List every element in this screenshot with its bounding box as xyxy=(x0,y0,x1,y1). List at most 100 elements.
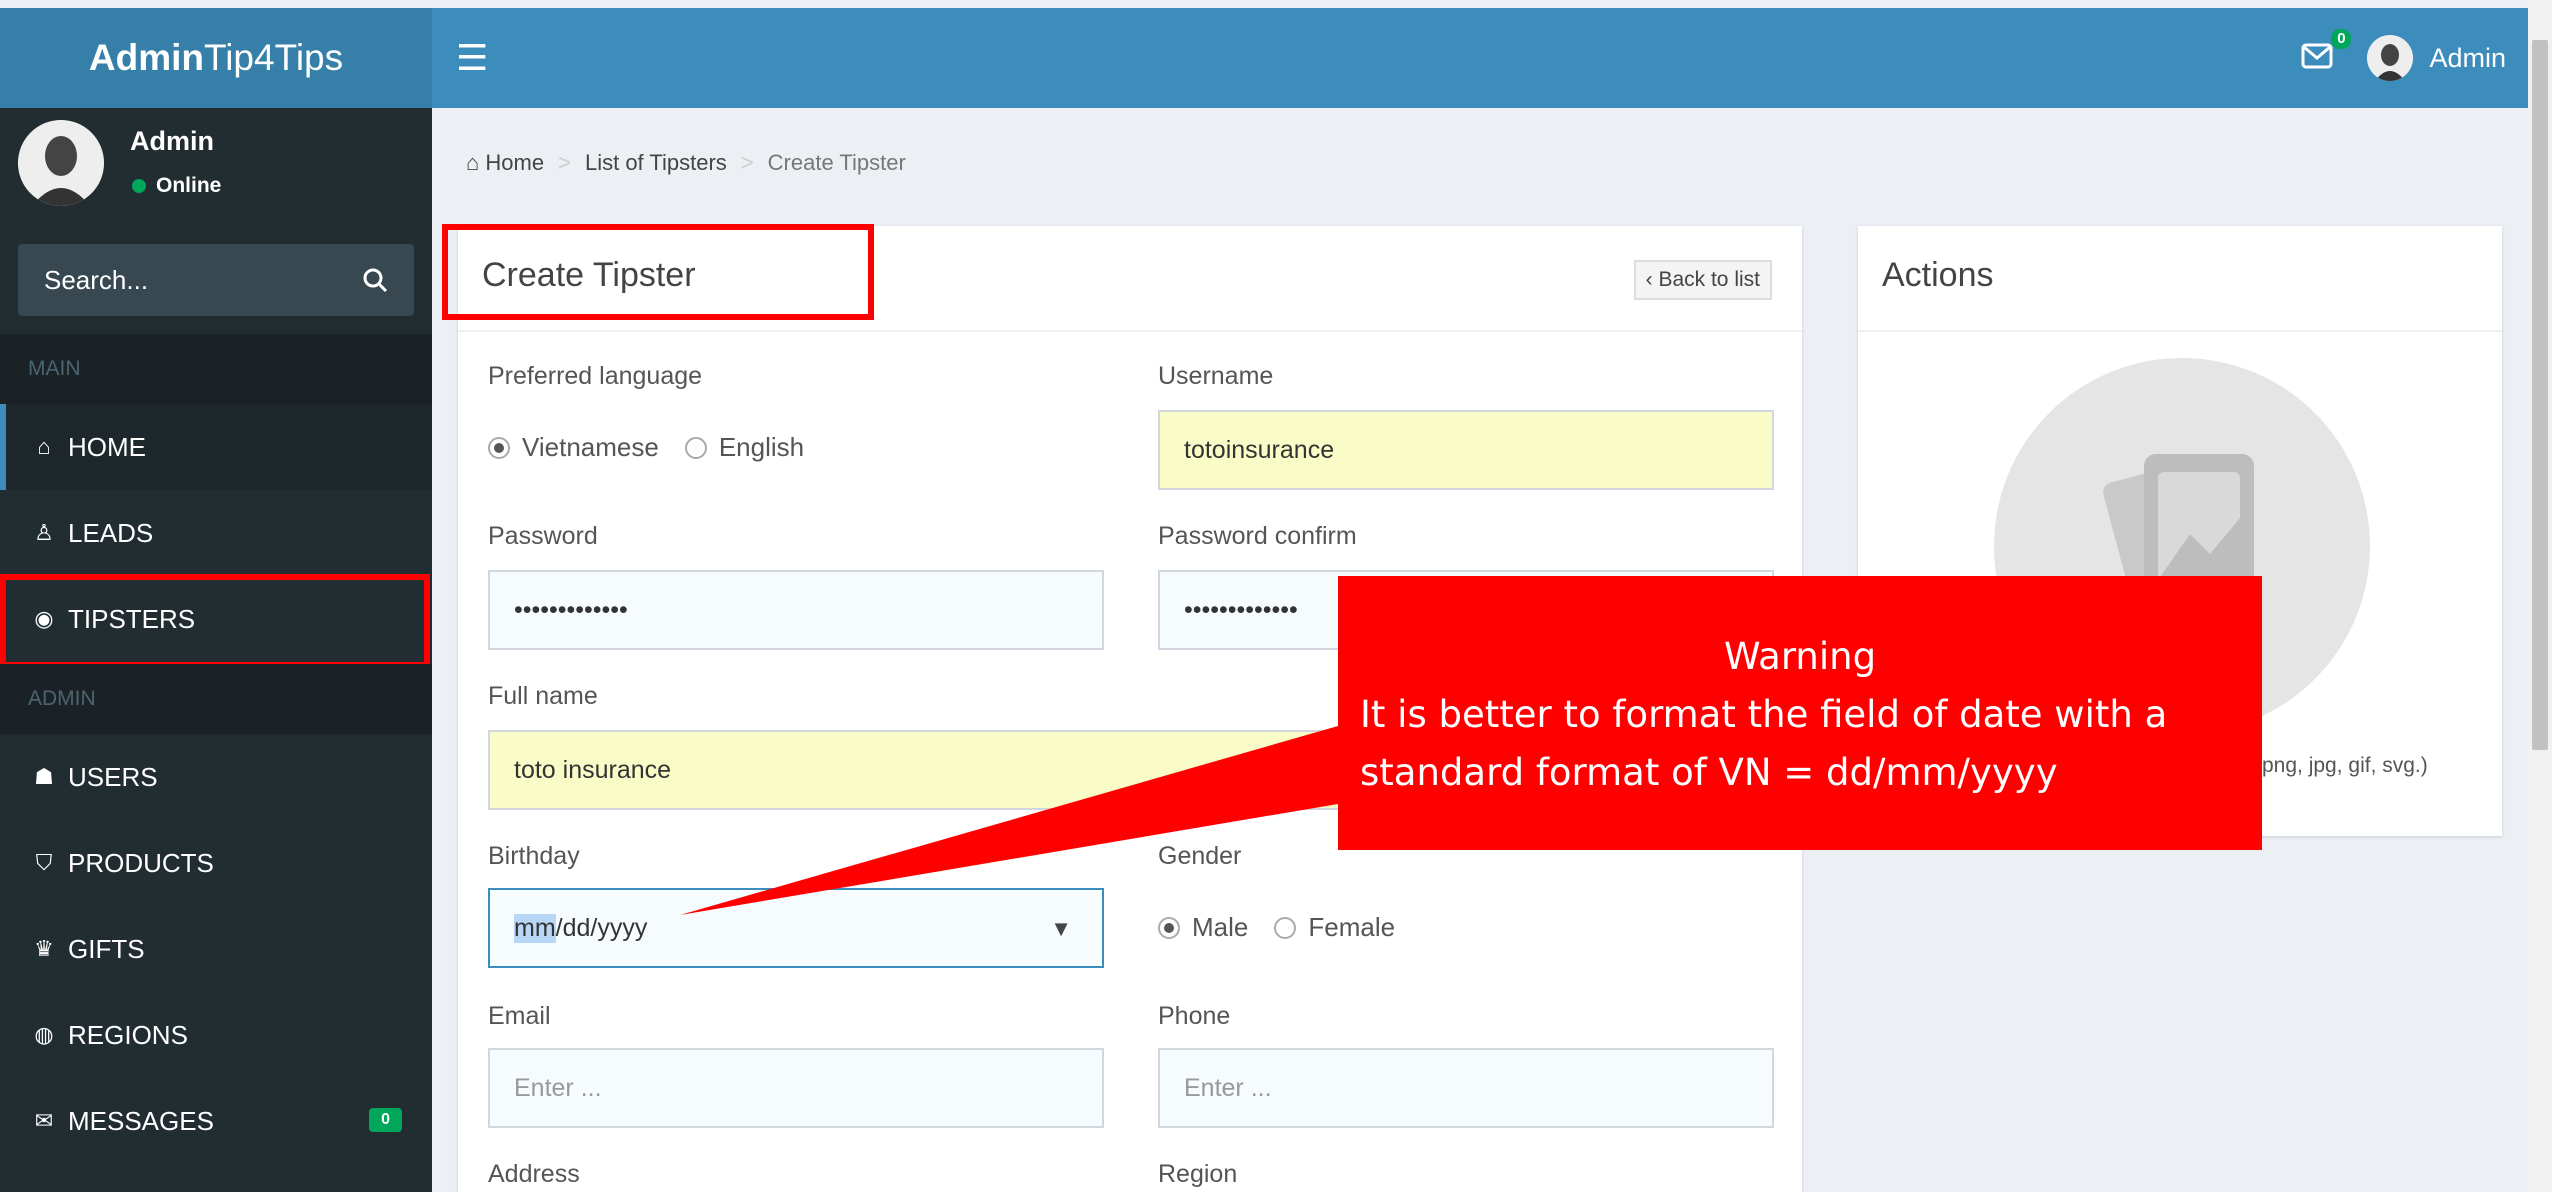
phone-field[interactable]: Enter ... xyxy=(1158,1048,1774,1128)
highlight-box-tipsters xyxy=(0,574,430,668)
preferred-language-label: Preferred language xyxy=(488,362,703,390)
gender-radio-group: Male Female xyxy=(1158,912,1395,943)
username-label: Username xyxy=(1158,362,1274,390)
email-field[interactable]: Enter ... xyxy=(488,1048,1104,1128)
password-field[interactable]: ••••••••••••• xyxy=(488,570,1104,650)
radio-unchecked-icon xyxy=(684,436,707,459)
email-label: Email xyxy=(488,1002,551,1030)
messages-badge: 0 xyxy=(369,1108,402,1132)
user-panel: Admin Online xyxy=(0,108,432,220)
warning-callout: Warning It is better to format the field… xyxy=(1338,576,2262,850)
birthday-rest-segment: /dd/yyyy xyxy=(555,913,648,942)
language-radio-group: Vietnamese English xyxy=(488,432,804,463)
radio-checked-icon xyxy=(1158,916,1180,939)
sidebar-item-label: HOME xyxy=(68,431,146,462)
user-menu[interactable]: Admin xyxy=(2367,35,2506,81)
sidebar-item-leads[interactable]: ♙ LEADS xyxy=(0,490,432,576)
password-value: ••••••••••••• xyxy=(514,595,628,624)
sidebar-search-input[interactable]: Search... xyxy=(18,244,414,316)
home-icon: ⌂ xyxy=(466,150,480,175)
dropdown-caret-icon[interactable]: ▼ xyxy=(1050,916,1072,942)
back-to-list-button[interactable]: ‹ Back to list xyxy=(1633,260,1772,300)
app-logo[interactable]: Admin Tip4Tips xyxy=(0,8,432,108)
warning-title: Warning xyxy=(1723,635,1877,678)
warning-line-2: standard format of VN = dd/mm/yyyy xyxy=(1360,751,2058,794)
sidebar-user-name: Admin xyxy=(130,126,214,156)
radio-checked-icon xyxy=(488,436,510,459)
sidebar-item-users[interactable]: ☗ USERS xyxy=(0,734,432,820)
fullname-value: toto insurance xyxy=(514,755,672,784)
sidebar-item-label: LEADS xyxy=(68,517,154,548)
region-label: Region xyxy=(1158,1160,1238,1188)
shield-icon: ⛉ xyxy=(35,850,53,875)
sidebar-item-products[interactable]: ⛉ PRODUCTS xyxy=(0,820,432,906)
birthday-date-field[interactable]: mm/dd/yyyy ▼ xyxy=(488,888,1104,968)
radio-vietnamese[interactable]: Vietnamese xyxy=(488,432,659,463)
breadcrumb: ⌂ Home > List of Tipsters > Create Tipst… xyxy=(466,150,906,176)
username-field[interactable]: totoinsurance xyxy=(1158,410,1774,490)
search-icon[interactable] xyxy=(362,267,388,293)
envelope-icon: ✉ xyxy=(34,1108,54,1133)
logo-bold: Admin xyxy=(88,37,204,78)
breadcrumb-separator: > xyxy=(558,150,571,175)
breadcrumb-home-label: Home xyxy=(485,150,545,175)
gift-icon: ♛ xyxy=(34,936,54,961)
radio-label: Vietnamese xyxy=(522,432,659,462)
sidebar-item-label: GIFTS xyxy=(68,933,145,964)
page-scrollbar[interactable] xyxy=(2528,0,2552,1192)
password-confirm-label: Password confirm xyxy=(1158,522,1357,550)
sidebar-item-home[interactable]: ⌂ HOME xyxy=(0,404,432,490)
radio-label: Female xyxy=(1308,912,1396,942)
radio-unchecked-icon xyxy=(1274,916,1297,939)
scrollbar-thumb[interactable] xyxy=(2532,40,2548,750)
search-placeholder: Search... xyxy=(44,264,149,295)
breadcrumb-current: Create Tipster xyxy=(767,150,906,175)
avatar xyxy=(18,120,104,206)
online-dot-icon xyxy=(132,179,146,193)
nav-header-main: MAIN xyxy=(0,334,432,404)
sidebar-item-label: MESSAGES xyxy=(68,1105,214,1136)
address-label: Address xyxy=(488,1160,580,1188)
mail-button[interactable]: 0 xyxy=(2301,29,2352,73)
globe-icon: ◍ xyxy=(34,1022,54,1047)
sidebar-item-label: REGIONS xyxy=(68,1019,188,1050)
birthday-label: Birthday xyxy=(488,842,580,870)
warning-line-1: It is better to format the field of date… xyxy=(1360,693,2168,736)
top-navbar: Admin Tip4Tips ☰ 0 Admin xyxy=(0,8,2528,108)
fullname-label: Full name xyxy=(488,682,598,710)
password-label: Password xyxy=(488,522,598,550)
username-value: totoinsurance xyxy=(1184,435,1335,464)
sidebar-item-messages[interactable]: ✉ MESSAGES 0 xyxy=(0,1078,432,1164)
sidebar-item-regions[interactable]: ◍ REGIONS xyxy=(0,992,432,1078)
sidebar-item-label: USERS xyxy=(68,761,158,792)
radio-male[interactable]: Male xyxy=(1158,912,1248,943)
radio-female[interactable]: Female xyxy=(1274,912,1395,943)
actions-title: Actions xyxy=(1882,256,1994,294)
home-icon: ⌂ xyxy=(37,434,51,459)
sidebar-item-label: PRODUCTS xyxy=(68,847,214,878)
sidebar-item-gifts[interactable]: ♛ GIFTS xyxy=(0,906,432,992)
breadcrumb-separator: > xyxy=(740,150,754,175)
breadcrumb-list[interactable]: List of Tipsters xyxy=(585,150,727,176)
envelope-icon xyxy=(2301,43,2333,69)
password-confirm-value: ••••••••••••• xyxy=(1184,595,1298,624)
phone-placeholder: Enter ... xyxy=(1184,1073,1272,1102)
gender-label: Gender xyxy=(1158,842,1242,870)
phone-label: Phone xyxy=(1158,1002,1231,1030)
user-status: Online xyxy=(132,174,221,198)
user-icon: ♙ xyxy=(34,520,54,545)
email-placeholder: Enter ... xyxy=(514,1073,602,1102)
breadcrumb-home[interactable]: ⌂ Home xyxy=(466,150,544,176)
avatar xyxy=(2367,35,2414,81)
upload-hint-text: png, jpg, gif, svg.) xyxy=(2262,754,2428,777)
radio-english[interactable]: English xyxy=(684,432,804,463)
birthday-month-segment: mm xyxy=(514,913,556,943)
nav-header-admin: ADMIN xyxy=(0,664,432,734)
menu-toggle-icon[interactable]: ☰ xyxy=(456,38,488,78)
navbar-right: 0 Admin xyxy=(2301,8,2506,108)
radio-label: Male xyxy=(1192,912,1249,942)
top-user-name: Admin xyxy=(2429,42,2506,73)
highlight-box-title xyxy=(442,224,874,320)
users-icon: ☗ xyxy=(34,764,54,789)
box-divider xyxy=(1858,330,2502,332)
